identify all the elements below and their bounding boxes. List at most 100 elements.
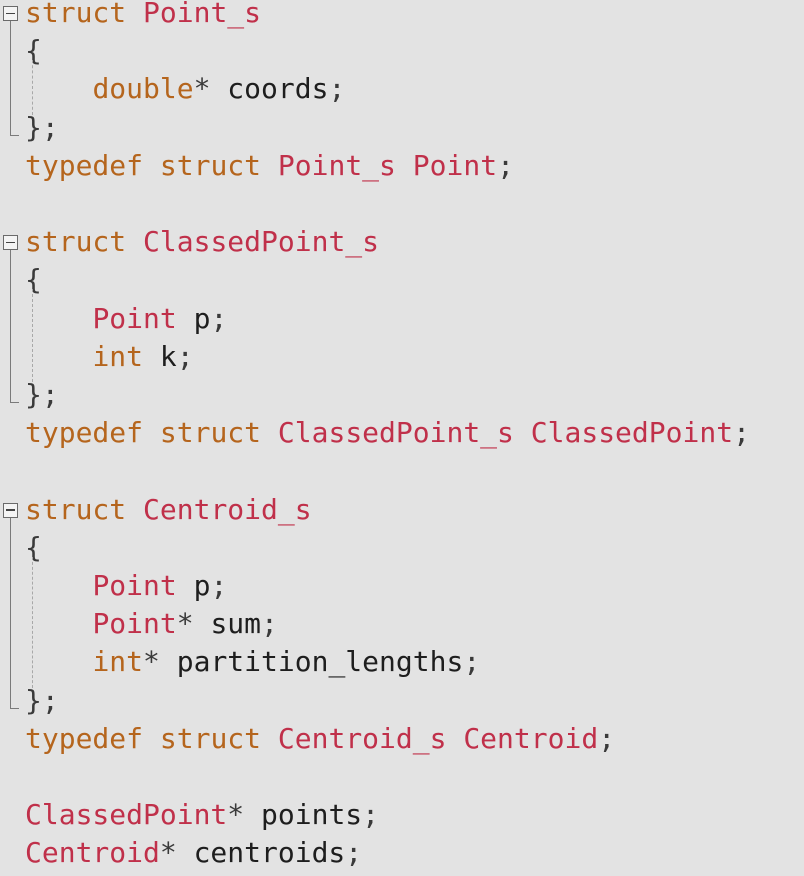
code-token: ClassedPoint: [530, 416, 734, 450]
code-line[interactable]: struct Centroid_s: [25, 491, 312, 529]
code-line[interactable]: Point p;: [25, 567, 227, 605]
code-line[interactable]: double* coords;: [25, 70, 345, 108]
code-token: ;: [463, 645, 481, 679]
code-token: Point: [92, 569, 177, 602]
code-line[interactable]: typedef struct Centroid_s Centroid;: [25, 720, 615, 758]
code-token: ;: [176, 339, 194, 373]
code-line[interactable]: int k;: [25, 338, 194, 376]
code-token: struct: [25, 0, 127, 29]
code-token: typedef: [25, 721, 144, 755]
code-line[interactable]: Centroid* centroids;: [25, 834, 362, 872]
code-token: struct: [159, 148, 262, 182]
code-token: *: [159, 836, 177, 870]
code-line[interactable]: };: [25, 682, 59, 720]
code-token: Point: [92, 301, 177, 335]
fold-region-line: [10, 517, 19, 709]
code-token: ;: [362, 798, 380, 832]
code-token: ;: [733, 416, 750, 450]
code-token: ClassedPoint_s: [143, 225, 380, 259]
collapse-icon[interactable]: [3, 6, 18, 21]
code-line[interactable]: {: [25, 261, 42, 299]
code-token: Point: [92, 607, 177, 641]
code-token: struct: [159, 416, 262, 450]
code-token: *: [227, 798, 245, 832]
code-line[interactable]: };: [25, 109, 59, 147]
code-token: partition_lengths: [159, 645, 464, 679]
code-token: p: [176, 569, 211, 602]
indent-guide: [32, 60, 33, 115]
code-token: sum: [193, 607, 262, 641]
code-line[interactable]: Point* sum;: [25, 605, 278, 643]
code-line[interactable]: {: [25, 32, 42, 70]
code-token: typedef: [25, 416, 144, 450]
fold-region-line: [10, 21, 19, 136]
code-token: Point: [412, 148, 498, 182]
code-token: ;: [345, 836, 363, 870]
code-token: Centroid_s: [277, 721, 447, 755]
code-token: ClassedPoint: [25, 798, 228, 832]
fold-region-line: [10, 250, 19, 403]
code-token: };: [25, 378, 59, 411]
code-token: points: [244, 798, 363, 832]
code-token: ;: [261, 607, 278, 641]
indent-guide: [32, 556, 33, 688]
collapse-icon[interactable]: [3, 502, 18, 518]
code-token: *: [176, 607, 194, 641]
code-token: Point_s: [143, 0, 262, 29]
code-token: Centroid: [463, 721, 599, 755]
code-line[interactable]: ClassedPoint* points;: [25, 796, 379, 834]
code-line[interactable]: Point p;: [25, 300, 227, 338]
code-token: p: [176, 301, 211, 335]
code-line[interactable]: typedef struct ClassedPoint_s ClassedPoi…: [25, 414, 750, 452]
code-token: Centroid: [25, 836, 160, 870]
code-token: Centroid_s: [143, 492, 312, 526]
code-token: ;: [210, 301, 228, 335]
code-token: Point_s: [277, 148, 396, 182]
code-line[interactable]: {: [25, 529, 42, 567]
code-token: int: [92, 339, 144, 373]
code-token: ;: [210, 569, 228, 602]
code-token: ClassedPoint_s: [277, 416, 514, 450]
code-token: struct: [25, 225, 127, 259]
code-token: int: [92, 645, 144, 679]
code-token: };: [25, 683, 59, 717]
code-line[interactable]: };: [25, 376, 59, 414]
code-token: k: [143, 339, 177, 373]
code-token: ;: [328, 72, 346, 106]
code-token: struct: [25, 492, 127, 526]
code-token: ;: [497, 148, 514, 182]
code-token: double: [92, 72, 194, 106]
indent-guide: [32, 289, 33, 382]
code-token: struct: [159, 721, 262, 755]
code-line[interactable]: typedef struct Point_s Point;: [25, 147, 514, 185]
code-token: {: [25, 34, 42, 68]
code-token: typedef: [25, 148, 144, 182]
code-line[interactable]: struct ClassedPoint_s: [25, 223, 379, 261]
code-editor[interactable]: struct Point_s{ double* coords;}; typedef…: [0, 0, 804, 876]
code-line[interactable]: struct Point_s: [25, 0, 261, 32]
code-token: *: [193, 72, 211, 106]
collapse-icon[interactable]: [3, 235, 18, 251]
code-line[interactable]: int* partition_lengths;: [25, 643, 480, 681]
code-token: *: [143, 645, 160, 679]
code-token: {: [25, 530, 42, 564]
code-token: {: [25, 263, 42, 297]
code-token: };: [25, 110, 59, 144]
